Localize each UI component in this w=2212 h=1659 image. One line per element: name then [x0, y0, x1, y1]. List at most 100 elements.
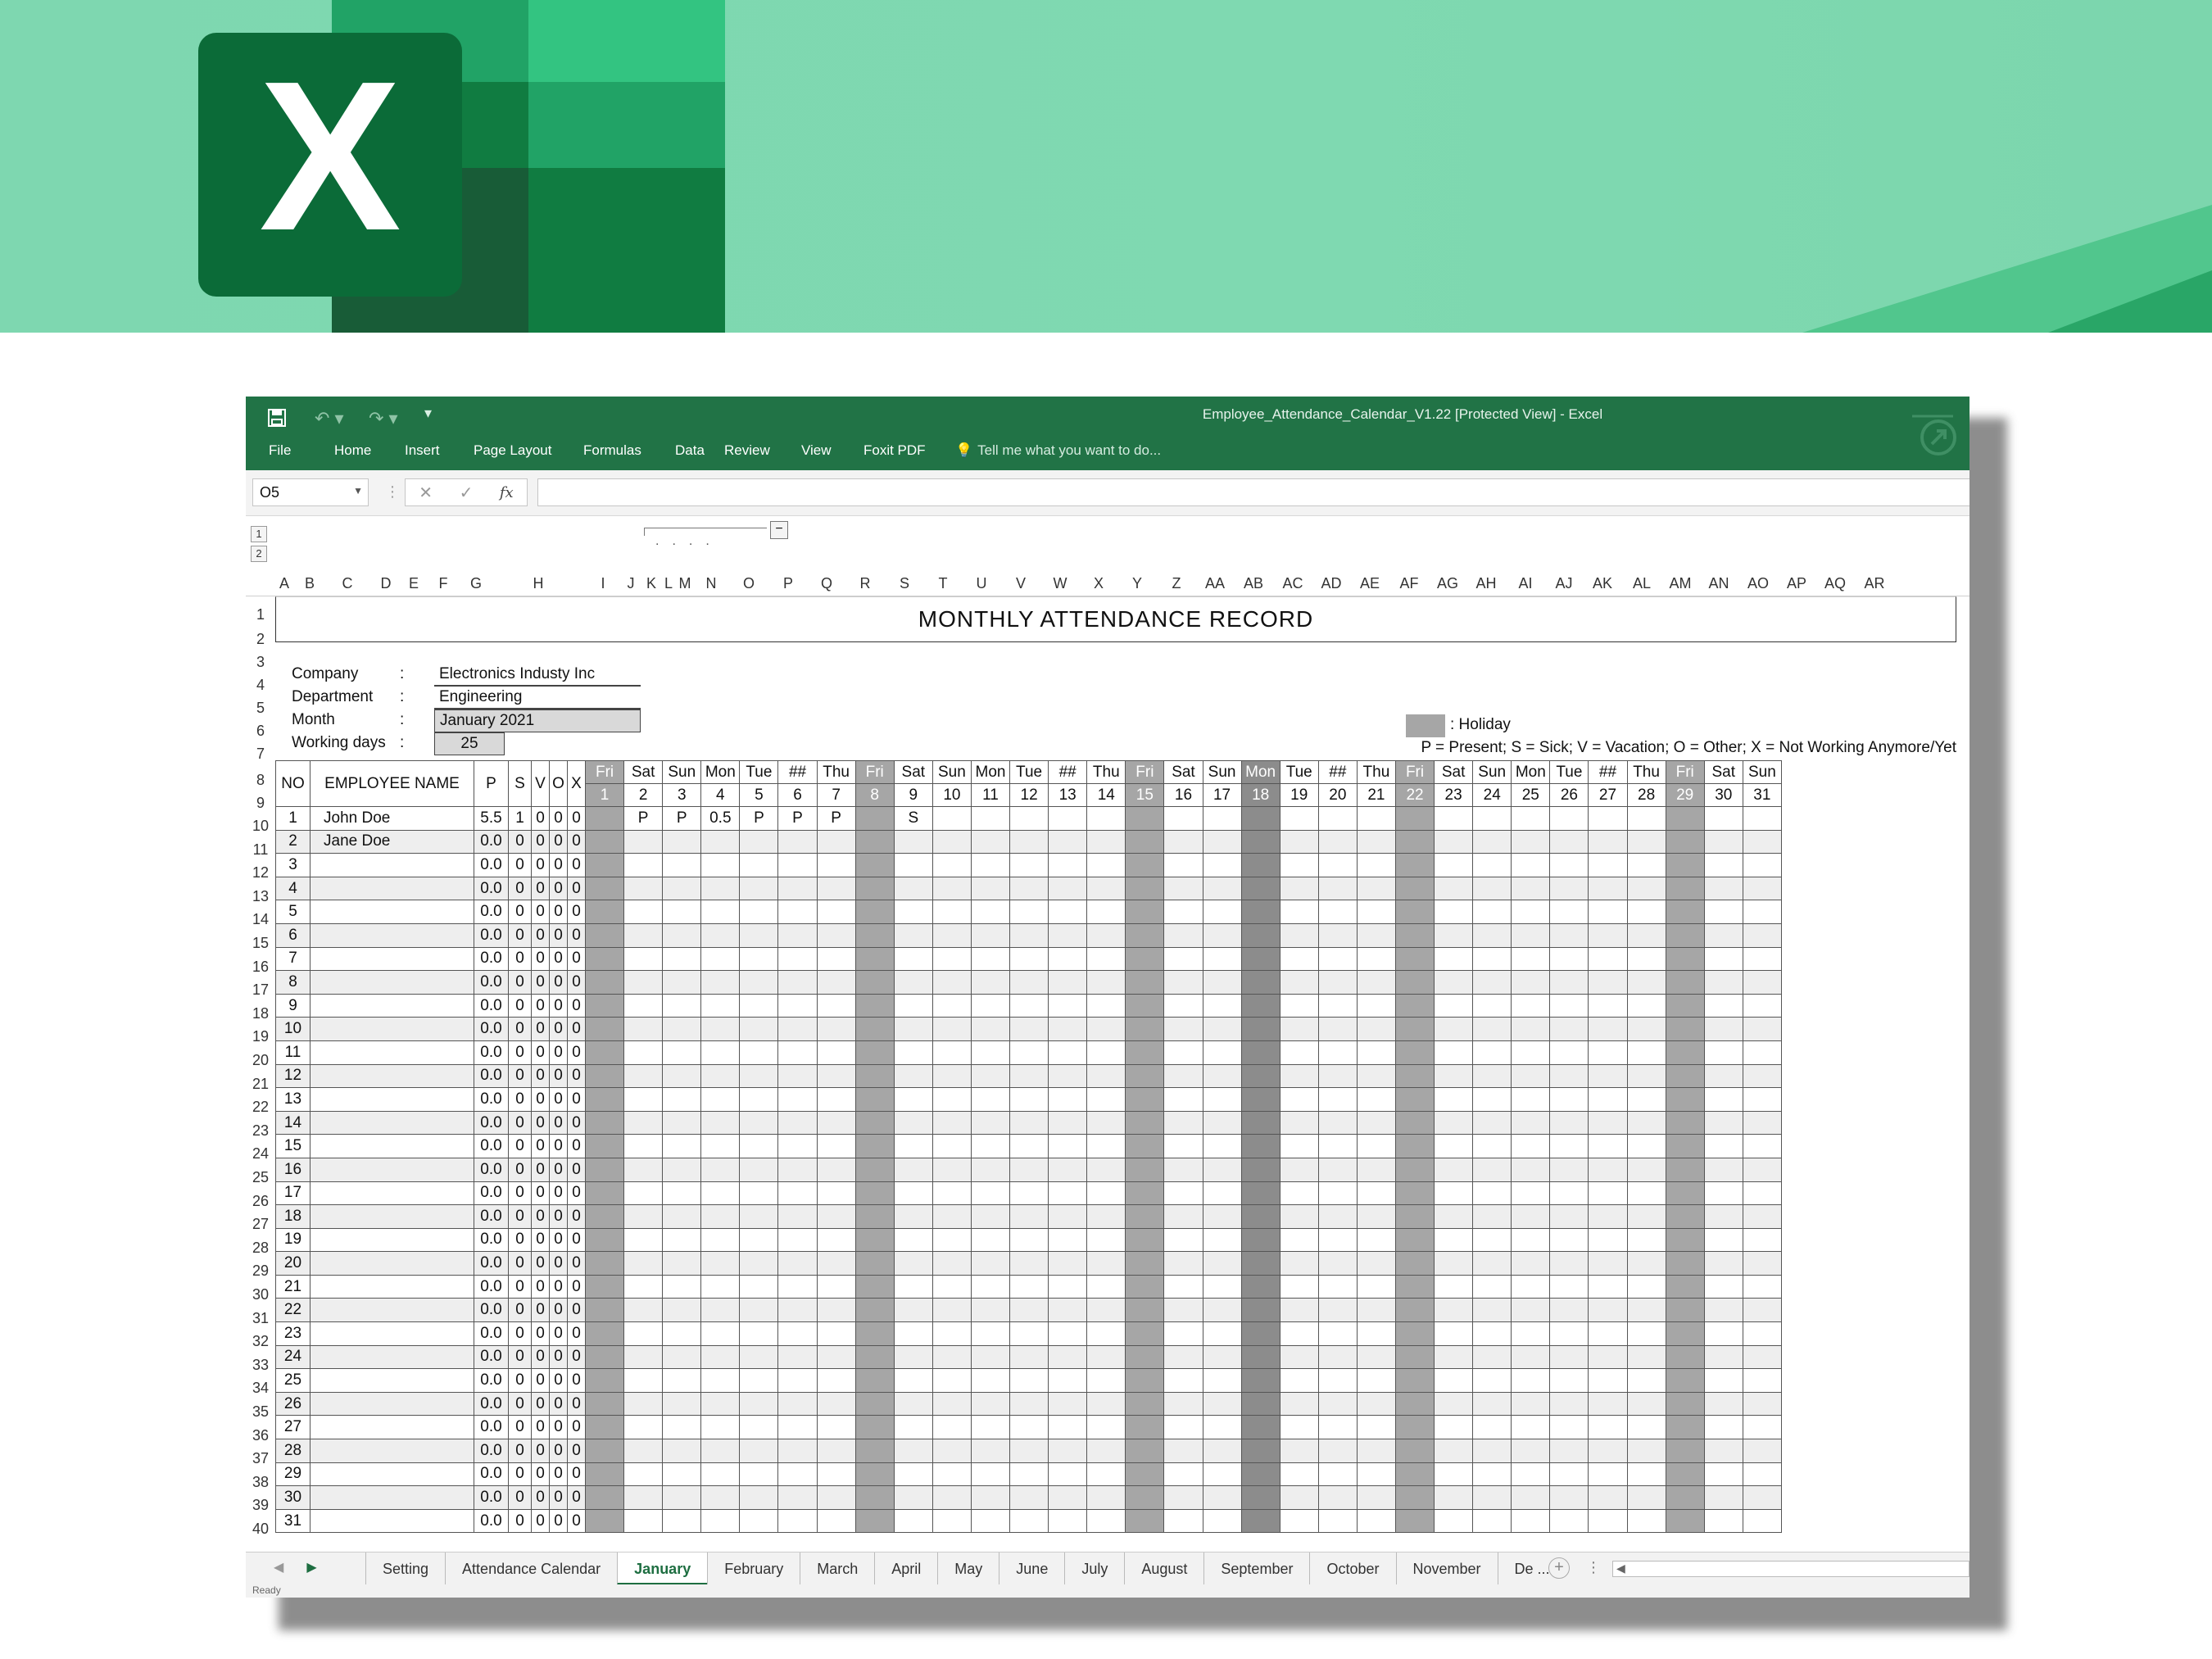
attendance-cell[interactable] [662, 876, 702, 901]
attendance-cell[interactable] [1125, 1251, 1165, 1276]
attendance-cell[interactable] [970, 1274, 1011, 1299]
attendance-cell[interactable] [1703, 1508, 1743, 1534]
column-header[interactable]: B [293, 575, 326, 592]
row-header[interactable]: 5 [246, 700, 275, 717]
o-total-cell[interactable]: 0 [549, 1087, 568, 1112]
attendance-cell[interactable] [1240, 1274, 1281, 1299]
attendance-cell[interactable] [777, 1298, 818, 1323]
attendance-cell[interactable] [1703, 1274, 1743, 1299]
attendance-cell[interactable] [1086, 1439, 1126, 1463]
o-header[interactable]: O [549, 760, 568, 807]
attendance-cell[interactable] [1626, 1321, 1666, 1346]
attendance-cell[interactable] [893, 1439, 933, 1463]
attendance-cell[interactable] [777, 993, 818, 1018]
attendance-cell[interactable] [662, 1391, 702, 1416]
employee-name-cell[interactable] [310, 1344, 474, 1370]
attendance-cell[interactable] [1703, 1298, 1743, 1323]
attendance-cell[interactable] [1588, 1204, 1628, 1229]
v-total-cell[interactable]: 0 [531, 1227, 550, 1253]
attendance-cell[interactable] [1472, 993, 1512, 1018]
attendance-cell[interactable] [1048, 1181, 1088, 1206]
p-total-cell[interactable]: 0.0 [474, 1321, 509, 1346]
attendance-cell[interactable] [1394, 1227, 1435, 1253]
attendance-cell[interactable] [1665, 922, 1705, 948]
attendance-cell[interactable] [1356, 1227, 1396, 1253]
attendance-cell[interactable] [1394, 1204, 1435, 1229]
row-header[interactable]: 19 [246, 1028, 275, 1045]
attendance-cell[interactable] [623, 900, 664, 924]
day-of-week-header[interactable]: Thu [1086, 760, 1126, 784]
o-total-cell[interactable]: 0 [549, 1298, 568, 1323]
attendance-cell[interactable] [1549, 853, 1589, 877]
employee-no-cell[interactable]: 1 [275, 806, 310, 831]
attendance-cell[interactable] [1240, 1040, 1281, 1065]
attendance-cell[interactable] [777, 1274, 818, 1299]
attendance-cell[interactable] [1202, 1110, 1242, 1135]
attendance-cell[interactable] [1472, 1298, 1512, 1323]
attendance-cell[interactable] [1317, 1134, 1358, 1158]
attendance-cell[interactable] [970, 806, 1011, 831]
v-total-cell[interactable]: 0 [531, 970, 550, 995]
attendance-cell[interactable] [1549, 1204, 1589, 1229]
attendance-cell[interactable] [1240, 1391, 1281, 1416]
attendance-cell[interactable] [700, 1157, 741, 1182]
row-header[interactable]: 13 [246, 888, 275, 905]
attendance-cell[interactable] [662, 1462, 702, 1487]
attendance-cell[interactable] [1202, 946, 1242, 972]
attendance-cell[interactable] [1394, 900, 1435, 924]
attendance-cell[interactable] [893, 900, 933, 924]
attendance-cell[interactable] [1434, 1040, 1474, 1065]
attendance-cell[interactable] [739, 1040, 779, 1065]
attendance-cell[interactable] [1279, 876, 1319, 901]
row-header[interactable]: 38 [246, 1474, 275, 1491]
attendance-cell[interactable] [1703, 1134, 1743, 1158]
v-total-cell[interactable]: 0 [531, 993, 550, 1018]
attendance-cell[interactable] [1356, 1251, 1396, 1276]
attendance-cell[interactable] [1202, 1485, 1242, 1510]
attendance-cell[interactable] [1163, 1298, 1203, 1323]
column-header[interactable]: AI [1506, 575, 1545, 592]
attendance-cell[interactable] [662, 1110, 702, 1135]
attendance-cell[interactable] [1434, 1415, 1474, 1440]
attendance-cell[interactable] [1125, 853, 1165, 877]
attendance-cell[interactable] [1665, 1321, 1705, 1346]
day-of-week-header[interactable]: Sun [1742, 760, 1782, 784]
attendance-cell[interactable] [1434, 1298, 1474, 1323]
attendance-cell[interactable] [1240, 853, 1281, 877]
attendance-cell[interactable] [1048, 900, 1088, 924]
attendance-cell[interactable] [1279, 1321, 1319, 1346]
attendance-cell[interactable] [1703, 1485, 1743, 1510]
s-total-cell[interactable]: 0 [508, 876, 532, 901]
attendance-cell[interactable] [1240, 1110, 1281, 1135]
attendance-cell[interactable] [1703, 970, 1743, 995]
attendance-cell[interactable] [1742, 900, 1782, 924]
attendance-cell[interactable] [777, 1485, 818, 1510]
attendance-cell[interactable] [700, 946, 741, 972]
attendance-cell[interactable] [1048, 1368, 1088, 1393]
attendance-cell[interactable] [1317, 1439, 1358, 1463]
attendance-cell[interactable] [1317, 1321, 1358, 1346]
employee-name-cell[interactable]: John Doe [310, 806, 474, 831]
row-header[interactable]: 26 [246, 1193, 275, 1210]
attendance-cell[interactable] [739, 970, 779, 995]
attendance-cell[interactable] [1665, 1508, 1705, 1534]
attendance-cell[interactable] [1048, 993, 1088, 1018]
day-number-header[interactable]: 16 [1163, 783, 1203, 807]
attendance-cell[interactable] [1009, 1040, 1049, 1065]
attendance-cell[interactable] [1009, 829, 1049, 854]
attendance-cell[interactable] [1742, 806, 1782, 831]
x-total-cell[interactable]: 0 [567, 1508, 586, 1534]
attendance-cell[interactable] [1048, 1274, 1088, 1299]
s-total-cell[interactable]: 0 [508, 1227, 532, 1253]
attendance-cell[interactable] [700, 970, 741, 995]
attendance-cell[interactable] [1202, 993, 1242, 1018]
attendance-cell[interactable] [1163, 853, 1203, 877]
attendance-cell[interactable] [1125, 993, 1165, 1018]
attendance-cell[interactable] [816, 1063, 856, 1089]
attendance-cell[interactable] [1279, 1204, 1319, 1229]
o-total-cell[interactable]: 0 [549, 1110, 568, 1135]
attendance-cell[interactable] [662, 946, 702, 972]
x-total-cell[interactable]: 0 [567, 1485, 586, 1510]
attendance-cell[interactable] [739, 946, 779, 972]
attendance-cell[interactable] [1086, 1017, 1126, 1041]
